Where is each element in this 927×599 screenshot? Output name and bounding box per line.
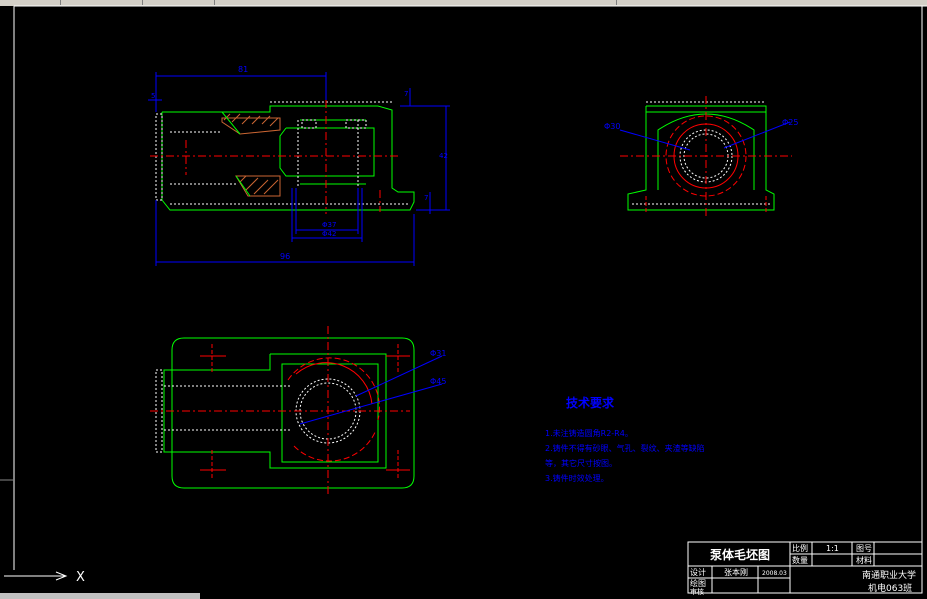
side-dia-left: Φ30 bbox=[604, 122, 620, 131]
drafter-label: 绘图 bbox=[690, 578, 706, 588]
tech-req-item: 3.铸件时效处理。 bbox=[545, 473, 609, 483]
dim-right-bottom: 7 bbox=[424, 194, 428, 202]
sheet-frame bbox=[0, 5, 927, 593]
dim-small-left: 5 bbox=[151, 92, 155, 100]
design-date: 2008.03 bbox=[762, 570, 787, 577]
class-name: 机电063班 bbox=[868, 582, 912, 594]
scale-value: 1:1 bbox=[826, 544, 839, 553]
side-hidden bbox=[632, 101, 770, 205]
top-center-lines bbox=[150, 326, 410, 494]
dim-bore-2: Φ42 bbox=[322, 230, 336, 238]
dim-overall-length: 96 bbox=[280, 252, 290, 261]
drawing-no-label: 图号 bbox=[856, 544, 872, 553]
quantity-label: 数量 bbox=[792, 555, 808, 565]
tech-req-title: 技术要求 bbox=[566, 395, 615, 410]
front-dimensions bbox=[148, 72, 450, 266]
status-bar[interactable] bbox=[0, 593, 200, 599]
drawing-canvas[interactable]: 81 96 Φ37 Φ42 42 5 7 7 Φ30 Φ25 Φ31 Φ45 技… bbox=[0, 0, 927, 599]
reviewer-label: 审核 bbox=[690, 587, 704, 596]
tech-req-item: 1.未注铸造圆角R2-R4。 bbox=[545, 428, 633, 438]
dim-bore-1: Φ37 bbox=[322, 221, 336, 229]
side-outline bbox=[627, 105, 775, 211]
side-dia-right: Φ25 bbox=[782, 118, 798, 127]
designer-name: 张本刚 bbox=[724, 567, 748, 577]
top-leaders bbox=[299, 355, 443, 425]
tech-req-item: 等，其它尺寸按图。 bbox=[545, 458, 617, 468]
top-view: Φ31 Φ45 bbox=[150, 326, 446, 494]
technical-requirements: 技术要求 1.未注铸造圆角R2-R4。 2.铸件不得有砂眼、气孔、裂纹、夹渣等缺… bbox=[545, 395, 705, 483]
ucs-icon bbox=[4, 571, 68, 581]
dim-top-length: 81 bbox=[238, 65, 248, 74]
dim-height: 42 bbox=[439, 152, 448, 160]
front-view: 81 96 Φ37 Φ42 42 5 7 7 bbox=[148, 65, 450, 266]
material-label: 材料 bbox=[856, 555, 872, 565]
designer-label: 设计 bbox=[690, 567, 706, 577]
top-dia-bottom: Φ45 bbox=[430, 377, 446, 386]
top-dia-top: Φ31 bbox=[430, 349, 446, 358]
scale-label: 比例 bbox=[792, 543, 808, 553]
tech-req-item: 2.铸件不得有砂眼、气孔、裂纹、夹渣等缺陷 bbox=[545, 443, 705, 453]
ucs-x-label: X bbox=[76, 570, 85, 585]
front-outline bbox=[161, 105, 415, 211]
dim-right-top: 7 bbox=[404, 90, 408, 98]
school-name: 南通职业大学 bbox=[862, 569, 916, 581]
front-hidden-lines bbox=[155, 101, 410, 205]
top-outline bbox=[163, 337, 415, 489]
side-view: Φ30 Φ25 bbox=[604, 96, 798, 216]
title-block-title: 泵体毛坯图 bbox=[710, 547, 770, 562]
